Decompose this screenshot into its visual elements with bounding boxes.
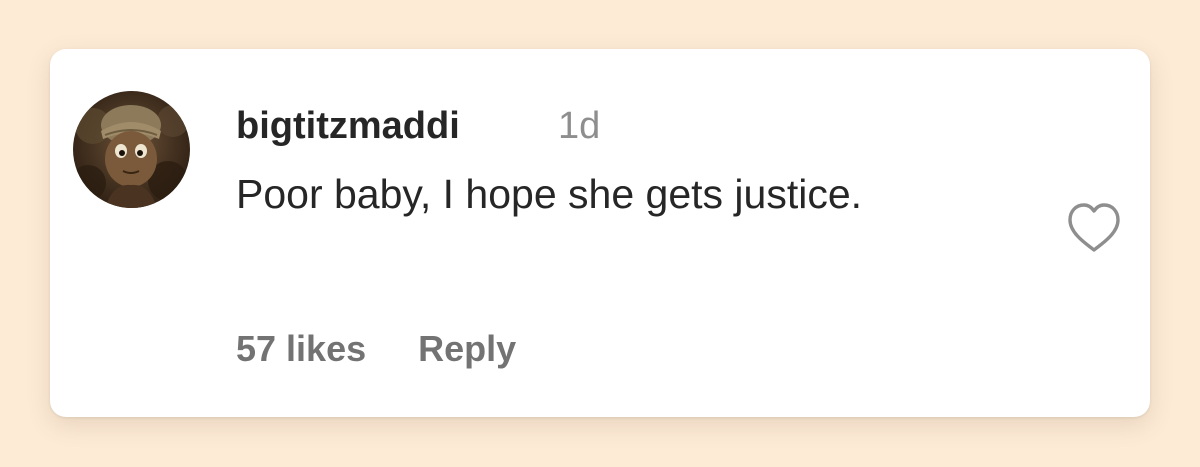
- likes-count[interactable]: 57 likes: [236, 325, 366, 373]
- comment-actions: 57 likes Reply: [236, 325, 516, 373]
- reply-button[interactable]: Reply: [418, 325, 516, 373]
- username[interactable]: bigtitzmaddi: [236, 101, 460, 151]
- timestamp: 1d: [558, 105, 601, 147]
- avatar[interactable]: [73, 91, 190, 208]
- comment-card: bigtitzmaddi 1d Poor baby, I hope she ge…: [50, 49, 1150, 417]
- heart-outline-icon: [1068, 203, 1120, 252]
- like-button[interactable]: [1064, 200, 1124, 256]
- comment-text: Poor baby, I hope she gets justice.: [236, 171, 863, 217]
- avatar-image: [73, 105, 189, 208]
